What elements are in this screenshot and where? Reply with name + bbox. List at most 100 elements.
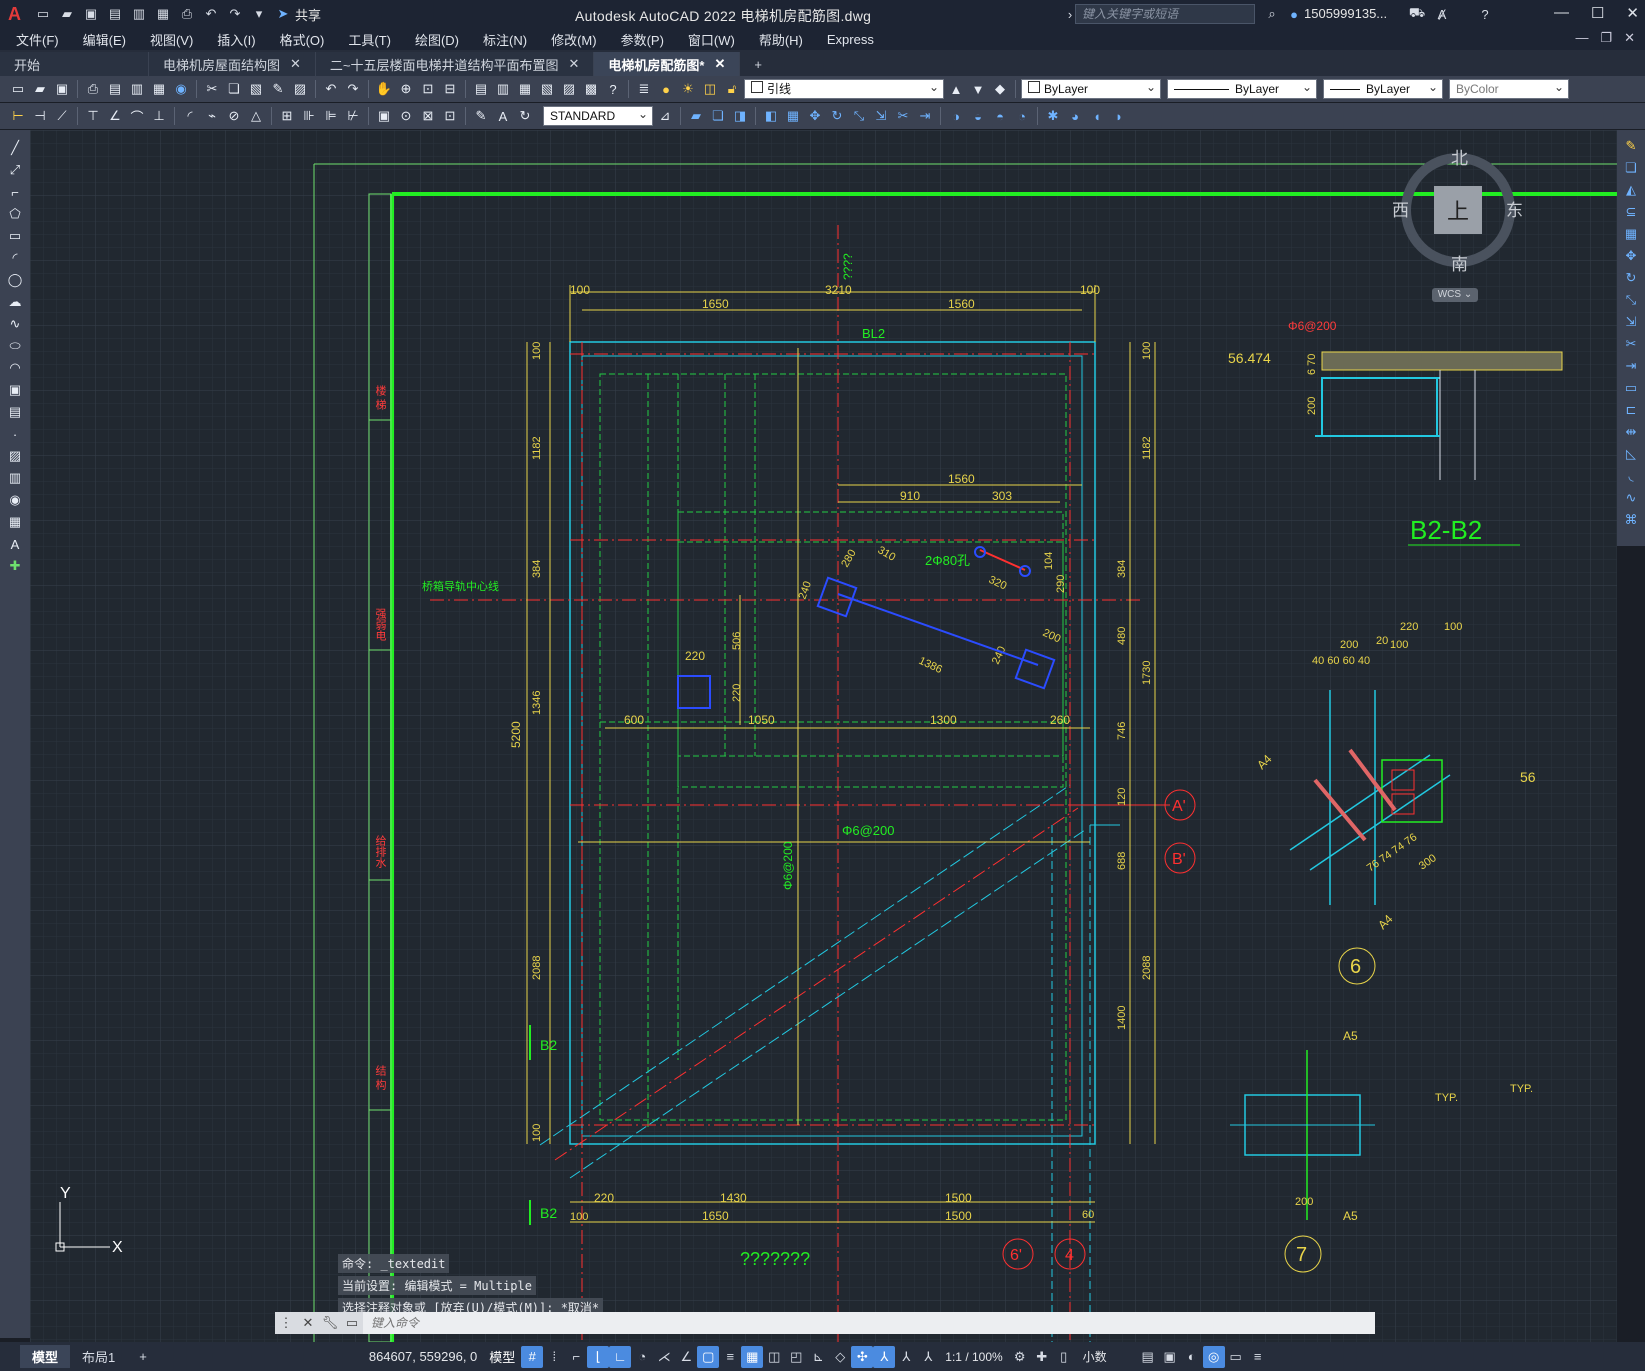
chamfer-icon[interactable]: ◺ — [1621, 444, 1641, 464]
tool-palettes-icon[interactable]: ▦ — [515, 79, 535, 99]
grip-icon[interactable]: ⋮ — [275, 1312, 297, 1334]
viewcube-west[interactable]: 西 — [1392, 196, 1409, 221]
rectangle-icon[interactable]: ▭ — [5, 226, 25, 246]
edit-polyline-icon[interactable]: ◖ — [1087, 106, 1107, 126]
break-icon[interactable]: ⊏ — [1621, 400, 1641, 420]
trim-icon[interactable]: ✂ — [893, 106, 913, 126]
doc-minimize-icon[interactable]: — — [1575, 30, 1588, 46]
scale-icon[interactable]: ⤡ — [849, 106, 869, 126]
inspect-icon[interactable]: ⊠ — [418, 106, 438, 126]
redo-icon[interactable]: ↷ — [343, 79, 363, 99]
erase-icon[interactable]: ▰ — [686, 106, 706, 126]
dim-update-icon[interactable]: ↻ — [515, 106, 535, 126]
layer-states-icon[interactable]: ◆ — [990, 79, 1010, 99]
drawing-canvas[interactable]: 楼 梯 强弱电 给排水 结 构 100 3210 100 1650 1560 ?… — [30, 130, 1617, 1342]
menu-modify[interactable]: 修改(M) — [551, 30, 597, 49]
dim-linear-icon[interactable]: ⊣ — [30, 106, 50, 126]
cart-icon[interactable]: ⛟ — [1408, 5, 1426, 23]
grid-icon[interactable]: # — [521, 1345, 544, 1368]
dim-jogged-icon[interactable]: ⌁ — [202, 106, 222, 126]
layer-dropdown[interactable]: 引线 — [744, 78, 944, 99]
pan-icon[interactable]: ✋ — [374, 79, 394, 99]
extend-icon[interactable]: ⇥ — [1621, 356, 1641, 376]
viewcube-south[interactable]: 南 — [1451, 250, 1468, 275]
extend-icon[interactable]: ⇥ — [915, 106, 935, 126]
region-icon[interactable]: ◉ — [5, 490, 25, 510]
customize-icon[interactable]: ▾ — [250, 5, 268, 23]
spline-icon[interactable]: ∿ — [5, 314, 25, 334]
add-layout-button[interactable]: + — [127, 1347, 159, 1366]
help-icon[interactable]: ? — [1476, 5, 1494, 23]
units-value[interactable]: 小数 — [1083, 1348, 1107, 1365]
quick-properties-icon[interactable]: ▤ — [1137, 1346, 1159, 1368]
polygon-icon[interactable]: ⬠ — [5, 204, 25, 224]
dynamic-ucs-icon[interactable]: ⊾ — [807, 1346, 829, 1368]
linetype-dropdown[interactable]: ByLayer — [1167, 78, 1317, 99]
polyline-icon[interactable]: ⌐ — [5, 182, 25, 202]
workspace-gear-icon[interactable]: ⚙ — [1009, 1346, 1031, 1368]
revision-cloud-icon[interactable]: ☁ — [5, 292, 25, 312]
menu-parametric[interactable]: 参数(P) — [621, 30, 664, 49]
share-label[interactable]: 共享 — [295, 5, 321, 24]
rotate-icon[interactable]: ↻ — [1621, 268, 1641, 288]
dim-edit-icon[interactable]: ✎ — [471, 106, 491, 126]
search-input[interactable]: 键入关键字或短语 — [1075, 4, 1255, 24]
viewcube[interactable]: 上 北 南 东 西 WCS ⌄ — [1392, 149, 1523, 302]
bulb-icon[interactable]: ● — [656, 79, 676, 99]
auto-scale-icon[interactable]: ⅄ — [895, 1346, 917, 1368]
zoom-realtime-icon[interactable]: ⊕ — [396, 79, 416, 99]
offset-icon[interactable]: ⊆ — [1621, 202, 1641, 222]
gizmo-icon[interactable]: ✣ — [851, 1345, 874, 1368]
break-icon[interactable]: ◑ — [946, 106, 966, 126]
layer-previous-icon[interactable]: ▼ — [968, 79, 988, 99]
menu-draw[interactable]: 绘图(D) — [415, 30, 459, 49]
save-icon[interactable]: ▣ — [82, 5, 100, 23]
table-icon[interactable]: ▦ — [5, 512, 25, 532]
doc-restore-icon[interactable]: ❐ — [1600, 30, 1612, 46]
close-icon[interactable]: ✕ — [1626, 4, 1639, 22]
text-style-dropdown[interactable]: STANDARD — [543, 105, 653, 126]
stretch-icon[interactable]: ⇲ — [871, 106, 891, 126]
plot-icon[interactable]: ⎙ — [178, 5, 196, 23]
save-web-icon[interactable]: ▦ — [154, 5, 172, 23]
annotation-scale-value[interactable]: 1:1 / 100% — [945, 1350, 1002, 1364]
explode-icon[interactable]: ⌘ — [1621, 510, 1641, 530]
close-icon[interactable]: ✕ — [297, 1312, 319, 1334]
menu-help[interactable]: 帮助(H) — [759, 30, 803, 49]
design-center-icon[interactable]: ▥ — [493, 79, 513, 99]
annotation-monitor-icon[interactable]: ✚ — [1031, 1346, 1053, 1368]
fillet-icon[interactable]: ◟ — [1621, 466, 1641, 486]
block-editor-icon[interactable]: ▨ — [290, 79, 310, 99]
undo-icon[interactable]: ↶ — [202, 5, 220, 23]
dim-angular-icon[interactable]: △ — [246, 106, 266, 126]
ellipse-arc-icon[interactable]: ◠ — [5, 358, 25, 378]
center-mark-icon[interactable]: ⊙ — [396, 106, 416, 126]
user-icon[interactable]: ● — [1285, 5, 1303, 23]
join-icon[interactable]: ⇹ — [1621, 422, 1641, 442]
markup-icon[interactable]: ▨ — [559, 79, 579, 99]
break-at-point-icon[interactable]: ▭ — [1621, 378, 1641, 398]
layer-properties-icon[interactable]: ≣ — [634, 79, 654, 99]
isodraft-icon[interactable]: ⋌ — [653, 1346, 675, 1368]
copy-icon[interactable]: ❏ — [224, 79, 244, 99]
wcs-menu[interactable]: WCS ⌄ — [1432, 288, 1478, 302]
selection-cycling-icon[interactable]: ◫ — [763, 1346, 785, 1368]
menu-insert[interactable]: 插入(I) — [217, 30, 255, 49]
selection-filter-icon[interactable]: ◇ — [829, 1346, 851, 1368]
circle-icon[interactable]: ◯ — [5, 270, 25, 290]
arc-icon[interactable]: ◜ — [5, 248, 25, 268]
menu-tools[interactable]: 工具(T) — [348, 30, 391, 49]
undo-icon[interactable]: ↶ — [321, 79, 341, 99]
lock-ui-icon[interactable]: ▣ — [1159, 1346, 1181, 1368]
publish-icon[interactable]: ▥ — [127, 79, 147, 99]
mirror-icon[interactable]: ◨ — [730, 106, 750, 126]
graphics-performance-icon[interactable]: ◎ — [1202, 1345, 1225, 1368]
zoom-window-icon[interactable]: ⊡ — [418, 79, 438, 99]
tab-model[interactable]: 模型 — [20, 1345, 71, 1368]
match-properties-icon[interactable]: ✎ — [268, 79, 288, 99]
explode-icon[interactable]: ✱ — [1043, 106, 1063, 126]
viewcube-top-face[interactable]: 上 — [1434, 186, 1482, 234]
zoom-previous-icon[interactable]: ⊟ — [440, 79, 460, 99]
polar-icon[interactable]: ◔ — [631, 1346, 653, 1368]
save-as-icon[interactable]: ▤ — [106, 5, 124, 23]
